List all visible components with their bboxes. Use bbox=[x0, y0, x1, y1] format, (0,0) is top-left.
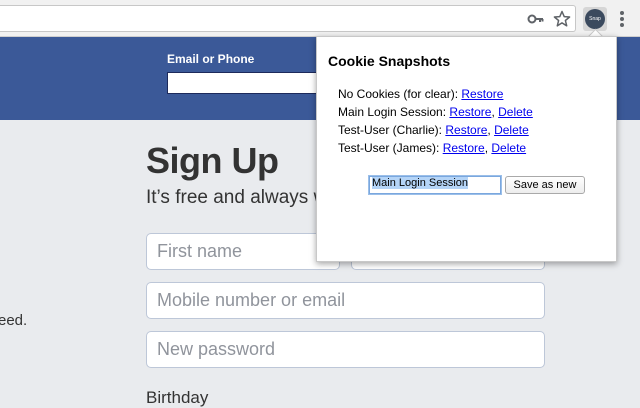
snapshot-item: Test-User (Charlie): Restore, Delete bbox=[338, 123, 529, 137]
snapshot-item: Main Login Session: Restore, Delete bbox=[338, 105, 533, 119]
snapshot-name: Main Login Session: bbox=[338, 105, 447, 119]
first-name-input[interactable]: First name bbox=[146, 233, 340, 270]
snapshot-name-value: Main Login Session bbox=[372, 177, 469, 189]
snapshot-name: Test-User (James): bbox=[338, 141, 440, 155]
snapshot-item: Test-User (James): Restore, Delete bbox=[338, 141, 527, 155]
snapshot-name-input[interactable]: Main Login Session bbox=[369, 176, 501, 194]
new-password-input[interactable]: New password bbox=[146, 331, 545, 368]
restore-link[interactable]: Restore bbox=[445, 123, 487, 137]
restore-link[interactable]: Restore bbox=[443, 141, 485, 155]
mobile-email-input[interactable]: Mobile number or email bbox=[146, 282, 545, 319]
bookmark-star-icon[interactable] bbox=[552, 9, 572, 29]
delete-link[interactable]: Delete bbox=[491, 141, 526, 155]
snapshot-list: No Cookies (for clear): Restore Main Log… bbox=[338, 85, 533, 157]
birthday-label: Birthday bbox=[146, 388, 209, 407]
signup-title: Sign Up bbox=[146, 140, 279, 181]
delete-link[interactable]: Delete bbox=[498, 105, 533, 119]
side-text: eed. bbox=[0, 312, 28, 329]
key-icon[interactable] bbox=[527, 10, 545, 28]
snapshot-item: No Cookies (for clear): Restore bbox=[338, 85, 533, 103]
login-email-label: Email or Phone bbox=[167, 52, 255, 66]
login-email-input[interactable] bbox=[167, 72, 327, 94]
address-bar[interactable] bbox=[0, 5, 576, 32]
restore-link[interactable]: Restore bbox=[449, 105, 491, 119]
snapshot-name: Test-User (Charlie): bbox=[338, 123, 443, 137]
browser-menu-icon[interactable] bbox=[612, 7, 632, 31]
snapshot-name: No Cookies (for clear): bbox=[338, 87, 459, 101]
browser-toolbar: Snap bbox=[0, 0, 640, 37]
signup-subtitle: It’s free and always w bbox=[146, 187, 328, 208]
cookie-snapshots-popup: Cookie Snapshots No Cookies (for clear):… bbox=[316, 36, 617, 262]
restore-link[interactable]: Restore bbox=[461, 87, 503, 101]
popup-title: Cookie Snapshots bbox=[328, 53, 451, 69]
snap-extension-icon: Snap bbox=[585, 9, 605, 29]
save-as-new-button[interactable]: Save as new bbox=[505, 176, 585, 194]
delete-link[interactable]: Delete bbox=[494, 123, 529, 137]
